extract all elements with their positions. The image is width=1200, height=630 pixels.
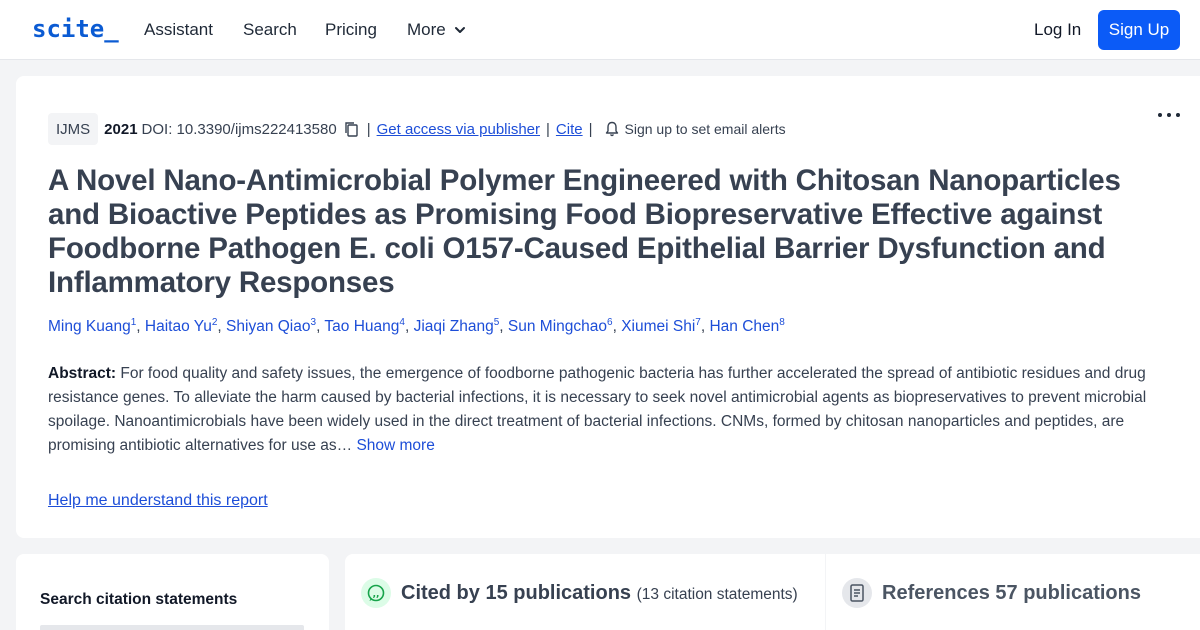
top-nav: scite_ Assistant Search Pricing More Log… bbox=[0, 0, 1200, 60]
search-citations-input[interactable] bbox=[40, 625, 304, 630]
author-link[interactable]: Han Chen8 bbox=[709, 317, 784, 335]
nav-pricing[interactable]: Pricing bbox=[325, 20, 377, 40]
nav-search[interactable]: Search bbox=[243, 20, 297, 40]
nav-assistant[interactable]: Assistant bbox=[144, 20, 213, 40]
email-alerts-link[interactable]: Sign up to set email alerts bbox=[625, 121, 786, 137]
bell-icon[interactable] bbox=[605, 121, 619, 137]
author-link[interactable]: Ming Kuang1 bbox=[48, 317, 136, 335]
references-heading[interactable]: References 57 publications bbox=[882, 582, 1141, 605]
author-link[interactable]: Xiumei Shi7 bbox=[621, 317, 701, 335]
show-more-link[interactable]: Show more bbox=[356, 437, 434, 454]
paper-card: IJMS 2021 DOI: 10.3390/ijms222413580 | G… bbox=[16, 76, 1200, 538]
references-panel: References 57 publications bbox=[826, 554, 1200, 630]
abstract: Abstract: For food quality and safety is… bbox=[48, 362, 1158, 458]
svg-text:,,: ,, bbox=[373, 590, 380, 600]
document-icon bbox=[842, 578, 872, 608]
separator: | bbox=[546, 120, 550, 138]
signup-button[interactable]: Sign Up bbox=[1098, 10, 1180, 50]
publication-year: 2021 bbox=[104, 120, 138, 138]
author-link[interactable]: Haitao Yu2 bbox=[145, 317, 218, 335]
citation-statements-count: (13 citation statements) bbox=[636, 586, 798, 603]
cited-by-panel: ,, Cited by 15 publications (13 citation… bbox=[345, 554, 825, 630]
abstract-label: Abstract: bbox=[48, 365, 117, 382]
cited-by-heading[interactable]: Cited by 15 publications (13 citation st… bbox=[401, 582, 798, 605]
search-citations-title: Search citation statements bbox=[40, 591, 238, 608]
paper-title: A Novel Nano-Antimicrobial Polymer Engin… bbox=[48, 164, 1121, 299]
separator: | bbox=[366, 120, 371, 138]
journal-badge[interactable]: IJMS bbox=[48, 113, 99, 145]
abstract-text: For food quality and safety issues, the … bbox=[48, 365, 1147, 454]
author-link[interactable]: Tao Huang4 bbox=[324, 317, 405, 335]
chevron-down-icon[interactable] bbox=[454, 24, 466, 36]
author-link[interactable]: Shiyan Qiao3 bbox=[226, 317, 316, 335]
scite-logo[interactable]: scite_ bbox=[32, 15, 119, 43]
author-link[interactable]: Jiaqi Zhang5 bbox=[414, 317, 500, 335]
publisher-link[interactable]: Get access via publisher bbox=[377, 121, 540, 138]
separator: | bbox=[588, 120, 593, 138]
nav-more[interactable]: More bbox=[407, 20, 446, 40]
cite-link[interactable]: Cite bbox=[556, 121, 583, 138]
author-link[interactable]: Sun Mingchao6 bbox=[508, 317, 613, 335]
login-link[interactable]: Log In bbox=[1034, 20, 1081, 40]
help-understand-link[interactable]: Help me understand this report bbox=[48, 492, 268, 510]
search-citations-panel: Search citation statements bbox=[16, 554, 329, 630]
copy-icon[interactable] bbox=[343, 121, 359, 137]
quote-bubble-icon: ,, bbox=[361, 578, 391, 608]
doi-text: DOI: 10.3390/ijms222413580 bbox=[141, 120, 337, 138]
paper-meta: IJMS 2021 DOI: 10.3390/ijms222413580 | G… bbox=[48, 113, 786, 145]
more-options-icon[interactable] bbox=[1155, 107, 1183, 123]
author-list: Ming Kuang1, Haitao Yu2, Shiyan Qiao3, T… bbox=[48, 316, 785, 335]
